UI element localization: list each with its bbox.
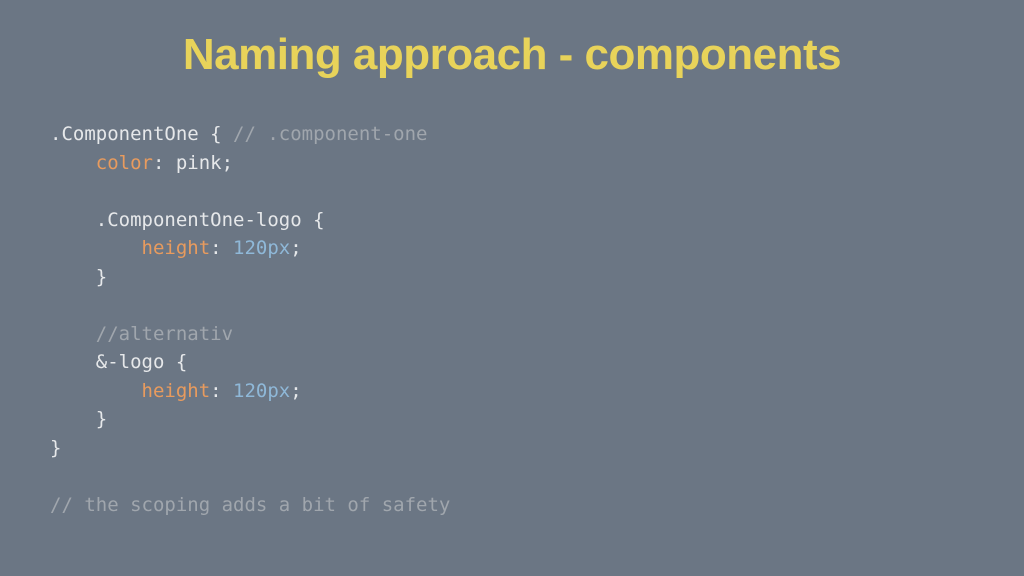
code-value: 120px — [233, 380, 290, 402]
code-line-10: height: 120px; — [50, 380, 302, 402]
code-indent — [50, 380, 142, 402]
code-line-1: .ComponentOne { // .component-one — [50, 123, 428, 145]
code-line-8: //alternativ — [50, 323, 233, 345]
slide-title: Naming approach - components — [50, 30, 974, 80]
code-property: color — [96, 152, 153, 174]
code-comment: //alternativ — [96, 323, 233, 345]
code-line-4: .ComponentOne-logo { — [50, 209, 325, 231]
code-value: 120px — [233, 237, 290, 259]
code-line-2: color: pink; — [50, 152, 233, 174]
code-line-11: } — [50, 408, 107, 430]
code-line-9: &-logo { — [50, 351, 187, 373]
code-indent — [50, 237, 142, 259]
code-indent — [50, 323, 96, 345]
code-punct: ; — [290, 380, 301, 402]
code-property: height — [142, 380, 211, 402]
code-punct: : — [210, 380, 233, 402]
code-indent — [50, 152, 96, 174]
code-property: height — [142, 237, 211, 259]
code-line-5: height: 120px; — [50, 237, 302, 259]
code-value: : pink; — [153, 152, 233, 174]
code-line-6: } — [50, 266, 107, 288]
code-punct: : — [210, 237, 233, 259]
code-line-14: // the scoping adds a bit of safety — [50, 494, 450, 516]
code-block: .ComponentOne { // .component-one color:… — [50, 120, 974, 519]
slide: Naming approach - components .ComponentO… — [0, 0, 1024, 576]
code-line-12: } — [50, 437, 61, 459]
code-punct: ; — [290, 237, 301, 259]
code-text: .ComponentOne { — [50, 123, 233, 145]
code-comment: // .component-one — [233, 123, 427, 145]
